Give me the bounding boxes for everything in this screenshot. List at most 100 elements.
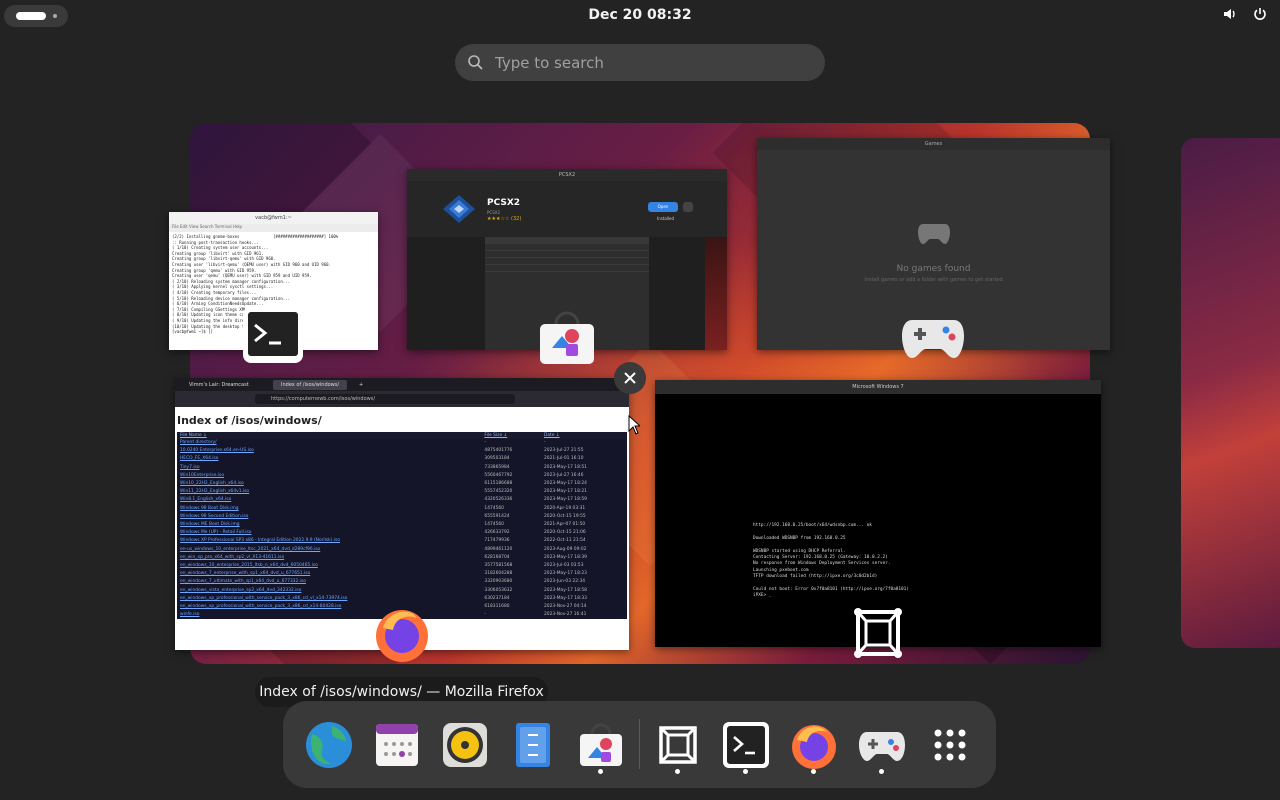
file-date: 2021-Jul-01 16:10: [540, 455, 627, 464]
dock-terminal[interactable]: [721, 720, 771, 770]
file-date: 2023-Jul-27 16:46: [540, 471, 627, 481]
search-bar[interactable]: [455, 44, 825, 81]
file-link[interactable]: en_windows_vista_enterprise_sp2_x64_dvd_…: [177, 586, 482, 595]
file-link[interactable]: Windows ME Boot Disk.img: [177, 521, 482, 530]
close-window-button[interactable]: [614, 362, 646, 394]
table-row: en_windows_10_enterprise_2015_ltsb_n_x64…: [177, 562, 627, 571]
page-heading: Index of /isos/windows/: [177, 414, 322, 427]
files-icon: [516, 723, 550, 767]
app-rating: ★★★☆☆ (32): [487, 216, 522, 222]
file-size: 655591424: [481, 512, 541, 522]
games-icon: [859, 732, 905, 761]
file-link[interactable]: Win8.1_English_x64.iso: [177, 496, 482, 505]
running-indicator: [675, 769, 680, 774]
file-link[interactable]: Windows Me (UP) - Retail Full.iso: [177, 529, 482, 538]
boxes-icon: [854, 608, 902, 658]
file-link[interactable]: en_windows_7_ultimate_with_sp1_x64_dvd_u…: [177, 578, 482, 587]
file-date: 2023-Jul-03 03:53: [540, 562, 627, 571]
file-link[interactable]: en_windows_xp_professional_with_service_…: [177, 603, 482, 612]
dock-rhythmbox[interactable]: [440, 720, 490, 770]
file-size: 618311680: [481, 603, 541, 612]
file-date: 2023-Nov-27 16:41: [540, 611, 627, 620]
file-date: 2023-May-17 18:59: [540, 496, 627, 505]
file-date: 2023-May-17 18:58: [540, 586, 627, 595]
window-title: vacb@fwm1:~: [169, 212, 378, 224]
file-link[interactable]: en_windows_10_enterprise_2015_ltsb_n_x64…: [177, 562, 482, 571]
terminal-icon: [723, 722, 769, 768]
file-size: 1474560: [481, 521, 541, 530]
workspace-thumbnail-next[interactable]: [1181, 138, 1280, 648]
table-row: Windows ME Boot Disk.img 1474560 2021-Apr-…: [177, 521, 627, 530]
firefox-icon: [376, 610, 428, 662]
window-title: Games: [757, 138, 1110, 150]
vm-console-output: http://192.168.0.25/boot/x64/wdsnbp.com.…: [753, 523, 909, 599]
file-link[interactable]: en_win_xp_pro_x64_with_sp2_vl_X13-41611.…: [177, 553, 482, 563]
file-link[interactable]: Parent directory/: [177, 439, 482, 448]
file-date: 2023-May-17 18:39: [540, 553, 627, 563]
terminal-menubar: File Edit View Search Terminal Help: [169, 224, 378, 232]
file-size: 4899461120: [481, 545, 541, 554]
dock-web-browser[interactable]: [304, 720, 354, 770]
empty-state-title: No games found: [896, 264, 971, 274]
file-link[interactable]: Win11_22H2_English_x64v1.iso: [177, 488, 482, 497]
rhythmbox-icon: [443, 723, 487, 767]
file-link[interactable]: en_windows_xp_professional_with_service_…: [177, 594, 482, 604]
calendar-icon: [376, 724, 418, 766]
file-size: -: [481, 611, 541, 620]
dock-files[interactable]: [508, 720, 558, 770]
file-size: 6115186688: [481, 480, 541, 489]
dock-app-grid[interactable]: [925, 720, 975, 770]
running-indicator: [598, 769, 603, 774]
file-link[interactable]: en-us_windows_10_enterprise_ltsc_2021_x6…: [177, 545, 482, 554]
column-date[interactable]: Date ↓: [540, 432, 627, 439]
open-button[interactable]: Open: [648, 202, 678, 212]
table-row: en_windows_vista_enterprise_sp2_x64_dvd_…: [177, 586, 627, 595]
file-link[interactable]: Win10_22H2_English_x64.iso: [177, 480, 482, 489]
search-icon: [468, 55, 483, 70]
file-size: 630237184: [481, 594, 541, 604]
search-input[interactable]: [495, 44, 795, 81]
file-link[interactable]: Tiny7.iso: [177, 463, 482, 472]
file-link[interactable]: Windows 98 Boot Disk.img: [177, 504, 482, 513]
file-link[interactable]: winfe.iso: [177, 611, 482, 620]
url-field[interactable]: https://computernewb.com/isos/windows/: [255, 394, 515, 404]
new-tab-button[interactable]: +: [351, 380, 371, 390]
file-date: 2023-May-17 18:51: [540, 463, 627, 472]
tab-bar: Vimm's Lair: Dreamcast Index of /isos/wi…: [175, 378, 629, 391]
file-size: 4320526336: [481, 496, 541, 505]
column-size[interactable]: File Size ↓: [481, 432, 541, 439]
table-row: en-us_windows_10_enterprise_ltsc_2021_x6…: [177, 545, 627, 554]
file-link[interactable]: Windows XP Professional SP3 x86 - Integr…: [177, 537, 482, 546]
app-header: PCSX2 PCSX2 ★★★☆☆ (32) Open Installed: [407, 181, 727, 237]
close-icon: [624, 372, 636, 384]
system-menu[interactable]: [1222, 6, 1268, 22]
file-link[interactable]: 10.0240 Enterprise.x64.en-US.iso: [177, 447, 482, 456]
tab-vimms-lair[interactable]: Vimm's Lair: Dreamcast: [181, 380, 257, 390]
nav-bar: https://computernewb.com/isos/windows/: [175, 391, 629, 407]
file-link[interactable]: Win10Enterprise.iso: [177, 471, 482, 481]
dock-calendar[interactable]: [372, 720, 422, 770]
page-content: Index of /isos/windows/ File Name ↓ File…: [175, 407, 629, 623]
file-link[interactable]: HECO_FE_X64.iso: [177, 455, 482, 464]
column-name[interactable]: File Name ↓: [177, 432, 482, 439]
clock[interactable]: Dec 20 08:32: [0, 7, 1280, 23]
trash-icon[interactable]: [683, 202, 693, 212]
app-grid-icon: [934, 729, 966, 761]
app-screenshot-next[interactable]: [705, 237, 727, 350]
dock-software[interactable]: [576, 720, 626, 770]
file-link[interactable]: Windows 98 Second Edition.iso: [177, 512, 482, 522]
dock-boxes[interactable]: [653, 720, 703, 770]
firefox-icon: [792, 725, 836, 769]
file-size: 733865984: [481, 463, 541, 472]
file-size: 4875401776: [481, 447, 541, 456]
games-icon: [902, 320, 964, 358]
table-row: en_windows_xp_professional_with_service_…: [177, 594, 627, 604]
dock-firefox[interactable]: [789, 720, 839, 770]
software-icon: [540, 311, 594, 364]
file-date: 2022-Oct-11 21:54: [540, 537, 627, 546]
file-link[interactable]: en_windows_7_enterprise_with_sp1_x64_dvd…: [177, 570, 482, 579]
empty-state-hint: Install games or add a folder with games…: [864, 277, 1003, 283]
tab-index[interactable]: Index of /isos/windows/: [273, 380, 348, 390]
dock-games[interactable]: [857, 720, 907, 770]
file-date: 2020-Apr-19 03:31: [540, 504, 627, 513]
